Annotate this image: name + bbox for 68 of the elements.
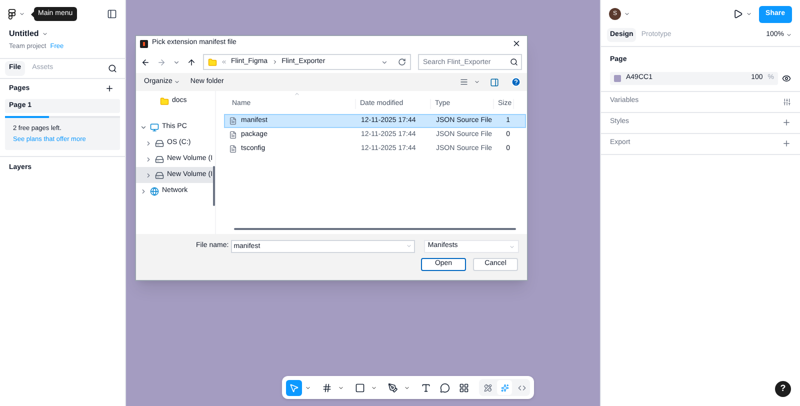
file-icon [229,131,237,139]
app-icon [140,40,148,48]
drive-icon [155,138,164,148]
file-title[interactable]: Untitled [9,28,39,40]
frame-icon [322,382,332,392]
back-icon[interactable] [141,58,150,66]
file-icon [229,145,237,153]
caret-icon[interactable] [305,384,311,390]
design-mode-icon [500,384,508,392]
help-button[interactable]: ? [775,381,791,397]
expand-icon[interactable] [140,188,147,194]
logo-icon [8,8,16,20]
folder-icon [208,58,217,66]
preview-pane-icon[interactable] [490,78,499,86]
mode-button[interactable] [497,380,512,395]
close-icon[interactable] [512,39,521,48]
play-icon[interactable] [732,9,743,19]
recent-icon[interactable] [173,58,180,66]
up-icon[interactable] [187,58,196,66]
code-icon [518,384,526,392]
file-icon [229,117,237,125]
separator-icon [272,59,278,65]
horizontal-scrollbar[interactable] [234,228,516,230]
caret-icon[interactable] [404,384,410,390]
caret-icon[interactable] [338,384,344,390]
sliders-icon[interactable] [783,98,791,106]
dropdown-icon [406,243,412,249]
view-icon[interactable] [460,78,468,86]
expand-icon[interactable] [140,124,147,130]
rectangle-icon [355,382,365,392]
caret-icon[interactable] [474,79,480,85]
monitor-icon [150,122,159,132]
sidebar-toggle-icon[interactable] [107,9,117,19]
color-swatch[interactable] [614,74,621,82]
expand-icon[interactable] [145,156,152,162]
grid-icon [459,382,469,392]
caret-icon[interactable] [786,32,792,38]
dropdown-icon [509,244,515,250]
help-icon[interactable] [511,77,521,87]
search-icon [510,58,518,66]
drive-icon [155,154,164,164]
expand-icon[interactable] [145,172,152,178]
scrollbar[interactable] [212,166,215,206]
expand-icon[interactable] [145,140,152,146]
caret-icon [174,79,180,85]
pointer-icon [289,382,299,392]
drive-icon [155,170,164,180]
search-icon[interactable] [108,64,117,73]
network-icon [150,186,159,196]
sort-icon [294,91,300,97]
refresh-icon[interactable] [398,58,406,66]
draw-mode-icon [484,384,492,392]
add-page-icon[interactable] [105,84,114,94]
caret-icon[interactable] [746,11,752,17]
add-icon[interactable] [782,139,791,148]
caret-icon[interactable] [371,384,377,390]
dropdown-icon[interactable] [381,58,388,66]
caret-icon[interactable] [19,11,25,17]
comment-icon [440,382,450,392]
visibility-icon[interactable] [782,74,791,82]
text-tool-icon [421,382,431,392]
pen-icon [388,382,398,392]
add-icon[interactable] [782,118,791,127]
forward-icon[interactable] [157,58,166,66]
caret-icon[interactable] [624,11,630,17]
folder-icon [160,96,169,106]
overflow-icon [221,59,227,65]
caret-icon[interactable] [42,31,48,37]
